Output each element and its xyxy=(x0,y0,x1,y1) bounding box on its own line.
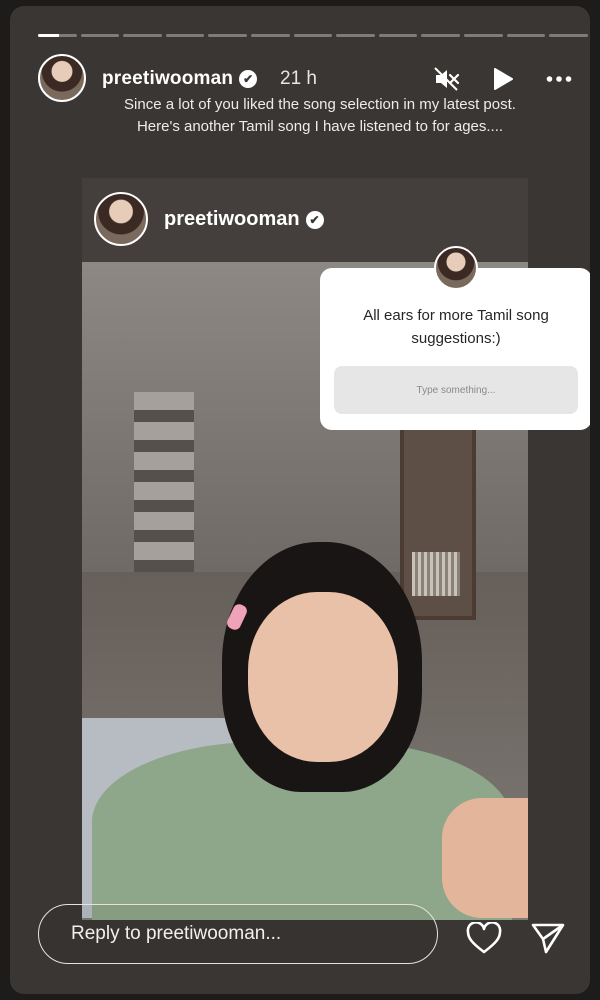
progress-segment xyxy=(208,34,248,37)
mute-icon[interactable] xyxy=(434,66,460,92)
post-time: 21 h xyxy=(280,68,317,89)
heart-icon[interactable] xyxy=(464,918,504,958)
person-face xyxy=(248,592,398,762)
sticker-answer-input[interactable]: Type something... xyxy=(334,366,578,414)
progress-segment xyxy=(165,34,205,37)
reply-placeholder: Reply to preetiwooman... xyxy=(71,923,282,944)
caption-line-1: Since a lot of you liked the song select… xyxy=(124,96,516,113)
story-viewer[interactable]: preetiwooman ✔ 21 h Since a lot of you li… xyxy=(10,6,590,994)
progress-segment xyxy=(123,34,162,37)
post-author-avatar[interactable] xyxy=(94,192,148,246)
verified-badge-icon: ✔ xyxy=(239,69,258,88)
question-sticker[interactable]: All ears for more Tamil song suggestions… xyxy=(320,246,590,430)
progress-segment xyxy=(80,34,120,37)
author-username[interactable]: preetiwooman ✔ xyxy=(102,68,258,90)
progress-segment xyxy=(549,34,588,37)
progress-segment xyxy=(38,34,77,37)
progress-segment-fill xyxy=(38,34,60,37)
sticker-avatar xyxy=(434,246,478,290)
person-arm xyxy=(442,798,528,918)
progress-segment xyxy=(293,34,333,37)
post-author-username[interactable]: preetiwooman ✔ xyxy=(164,208,324,231)
sticker-question: All ears for more Tamil song suggestions… xyxy=(363,307,549,347)
progress-segment xyxy=(421,34,461,37)
verified-badge-icon: ✔ xyxy=(305,210,324,229)
reply-input[interactable]: Reply to preetiwooman... xyxy=(38,904,438,964)
more-icon[interactable] xyxy=(546,66,572,92)
progress-segment xyxy=(378,34,418,37)
story-progress-bar xyxy=(38,34,588,37)
progress-segment xyxy=(251,34,290,37)
author-avatar[interactable] xyxy=(38,54,86,102)
progress-segment xyxy=(464,34,503,37)
shelf xyxy=(134,392,194,572)
author-username-text[interactable]: preetiwooman xyxy=(102,68,233,89)
door-grille xyxy=(412,552,460,596)
post-author-username-text[interactable]: preetiwooman xyxy=(164,208,300,230)
send-icon[interactable] xyxy=(528,918,568,958)
story-caption: Since a lot of you liked the song select… xyxy=(90,94,550,138)
play-icon[interactable] xyxy=(490,66,516,92)
progress-segment xyxy=(506,34,546,37)
caption-line-2: Here's another Tamil song I have listene… xyxy=(136,118,504,135)
progress-segment xyxy=(336,34,375,37)
door xyxy=(400,412,476,620)
